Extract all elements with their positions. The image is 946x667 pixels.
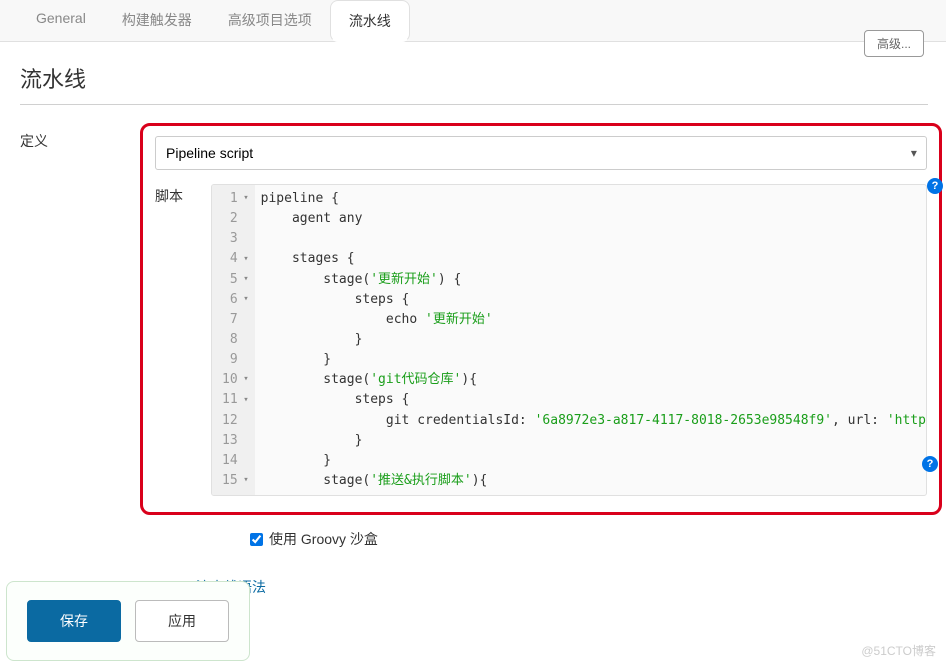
gutter-line: 13 (222, 431, 249, 451)
code-line: stages { (261, 249, 926, 269)
pipeline-script-editor[interactable]: 1▾234▾5▾6▾78910▾11▾12131415▾ pipeline { … (211, 184, 927, 496)
gutter-line: 9 (222, 350, 249, 370)
help-icon[interactable]: ? (922, 456, 938, 472)
gutter-line: 3 (222, 229, 249, 249)
gutter-line: 8 (222, 330, 249, 350)
definition-highlight-box: Pipeline script 脚本 1▾234▾5▾6▾78910▾11▾12… (140, 123, 942, 515)
code-line: stage('更新开始') { (261, 270, 926, 290)
code-line (261, 229, 926, 249)
tab-advanced-options[interactable]: 高级项目选项 (210, 0, 330, 41)
definition-select[interactable]: Pipeline script (155, 136, 927, 170)
code-line: steps { (261, 290, 926, 310)
apply-button[interactable]: 应用 (135, 600, 229, 642)
code-line: agent any (261, 209, 926, 229)
gutter-line: 15▾ (222, 471, 249, 491)
script-label: 脚本 (155, 184, 211, 496)
tab-build-triggers[interactable]: 构建触发器 (104, 0, 210, 41)
config-tabs: General 构建触发器 高级项目选项 流水线 (0, 0, 946, 42)
code-line: } (261, 431, 926, 451)
code-line: stage('git代码仓库'){ (261, 370, 926, 390)
groovy-sandbox-checkbox[interactable] (250, 533, 263, 546)
gutter-line: 6▾ (222, 290, 249, 310)
section-title-pipeline: 流水线 (20, 62, 928, 105)
footer-actions: 保存 应用 (6, 581, 250, 661)
code-body[interactable]: pipeline { agent any stages { stage('更新开… (255, 185, 926, 495)
help-icon[interactable]: ? (927, 178, 943, 194)
definition-label: 定义 (20, 123, 140, 151)
code-gutter: 1▾234▾5▾6▾78910▾11▾12131415▾ (212, 185, 255, 495)
groovy-sandbox-label: 使用 Groovy 沙盒 (269, 529, 378, 549)
code-line: pipeline { (261, 189, 926, 209)
gutter-line: 4▾ (222, 249, 249, 269)
code-line: } (261, 330, 926, 350)
code-line: echo '更新开始' (261, 310, 926, 330)
code-line: stage('推送&执行脚本'){ (261, 471, 926, 491)
save-button[interactable]: 保存 (27, 600, 121, 642)
code-line: steps { (261, 390, 926, 410)
gutter-line: 2 (222, 209, 249, 229)
gutter-line: 7 (222, 310, 249, 330)
gutter-line: 10▾ (222, 370, 249, 390)
code-line: git credentialsId: '6a8972e3-a817-4117-8… (261, 411, 926, 431)
gutter-line: 14 (222, 451, 249, 471)
code-line: } (261, 350, 926, 370)
tab-general[interactable]: General (18, 0, 104, 41)
watermark: @51CTO博客 (861, 642, 936, 659)
gutter-line: 5▾ (222, 270, 249, 290)
advanced-button[interactable]: 高级... (864, 30, 924, 57)
gutter-line: 11▾ (222, 390, 249, 410)
tab-pipeline[interactable]: 流水线 (330, 0, 410, 42)
code-line: } (261, 451, 926, 471)
gutter-line: 12 (222, 411, 249, 431)
gutter-line: 1▾ (222, 189, 249, 209)
